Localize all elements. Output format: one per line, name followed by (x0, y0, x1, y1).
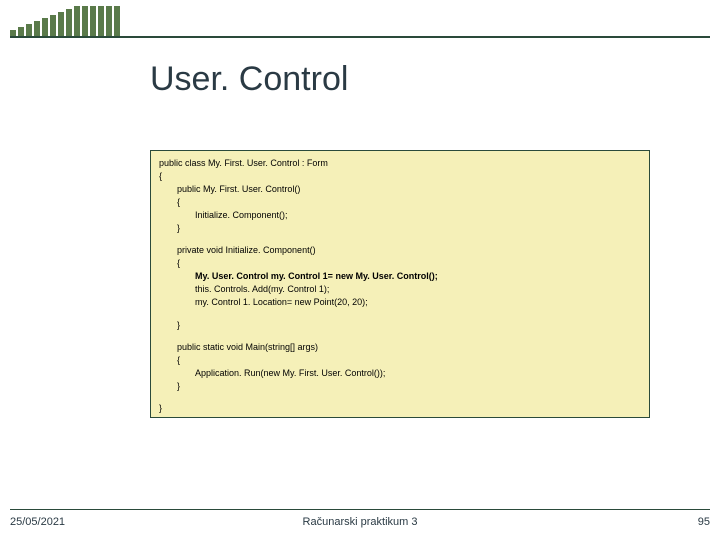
bar (74, 6, 80, 36)
bar (26, 24, 32, 36)
bar (66, 9, 72, 36)
bar (90, 6, 96, 36)
code-block: public class My. First. User. Control : … (150, 150, 650, 418)
decorative-bars (10, 8, 710, 38)
bar (98, 6, 104, 36)
slide-title: User. Control (150, 60, 348, 99)
code-line: public class My. First. User. Control : … (159, 157, 641, 170)
code-line: { (159, 170, 641, 183)
code-line: my. Control 1. Location= new Point(20, 2… (159, 296, 641, 309)
code-line: private void Initialize. Component() (159, 244, 641, 257)
footer-date: 25/05/2021 (10, 516, 65, 528)
footer-title: Računarski praktikum 3 (10, 516, 710, 528)
footer: 25/05/2021 Računarski praktikum 3 95 (10, 509, 710, 528)
bar (58, 12, 64, 36)
code-line: public static void Main(string[] args) (159, 341, 641, 354)
bar (10, 30, 16, 36)
bar (34, 21, 40, 36)
bar (82, 6, 88, 36)
code-line-highlight: My. User. Control my. Control 1= new My.… (159, 270, 641, 283)
code-line: Application. Run(new My. First. User. Co… (159, 367, 641, 380)
code-line: { (159, 354, 641, 367)
code-line: Initialize. Component(); (159, 209, 641, 222)
footer-page: 95 (698, 516, 710, 528)
code-line: this. Controls. Add(my. Control 1); (159, 283, 641, 296)
bar (42, 18, 48, 36)
code-line: } (159, 380, 641, 393)
code-line: } (159, 222, 641, 235)
code-line: } (159, 319, 641, 332)
code-line: public My. First. User. Control() (159, 183, 641, 196)
code-line: } (159, 402, 641, 415)
bar (50, 15, 56, 36)
code-line: { (159, 196, 641, 209)
bar (114, 6, 120, 36)
bar (106, 6, 112, 36)
bar (18, 27, 24, 36)
code-line: { (159, 257, 641, 270)
